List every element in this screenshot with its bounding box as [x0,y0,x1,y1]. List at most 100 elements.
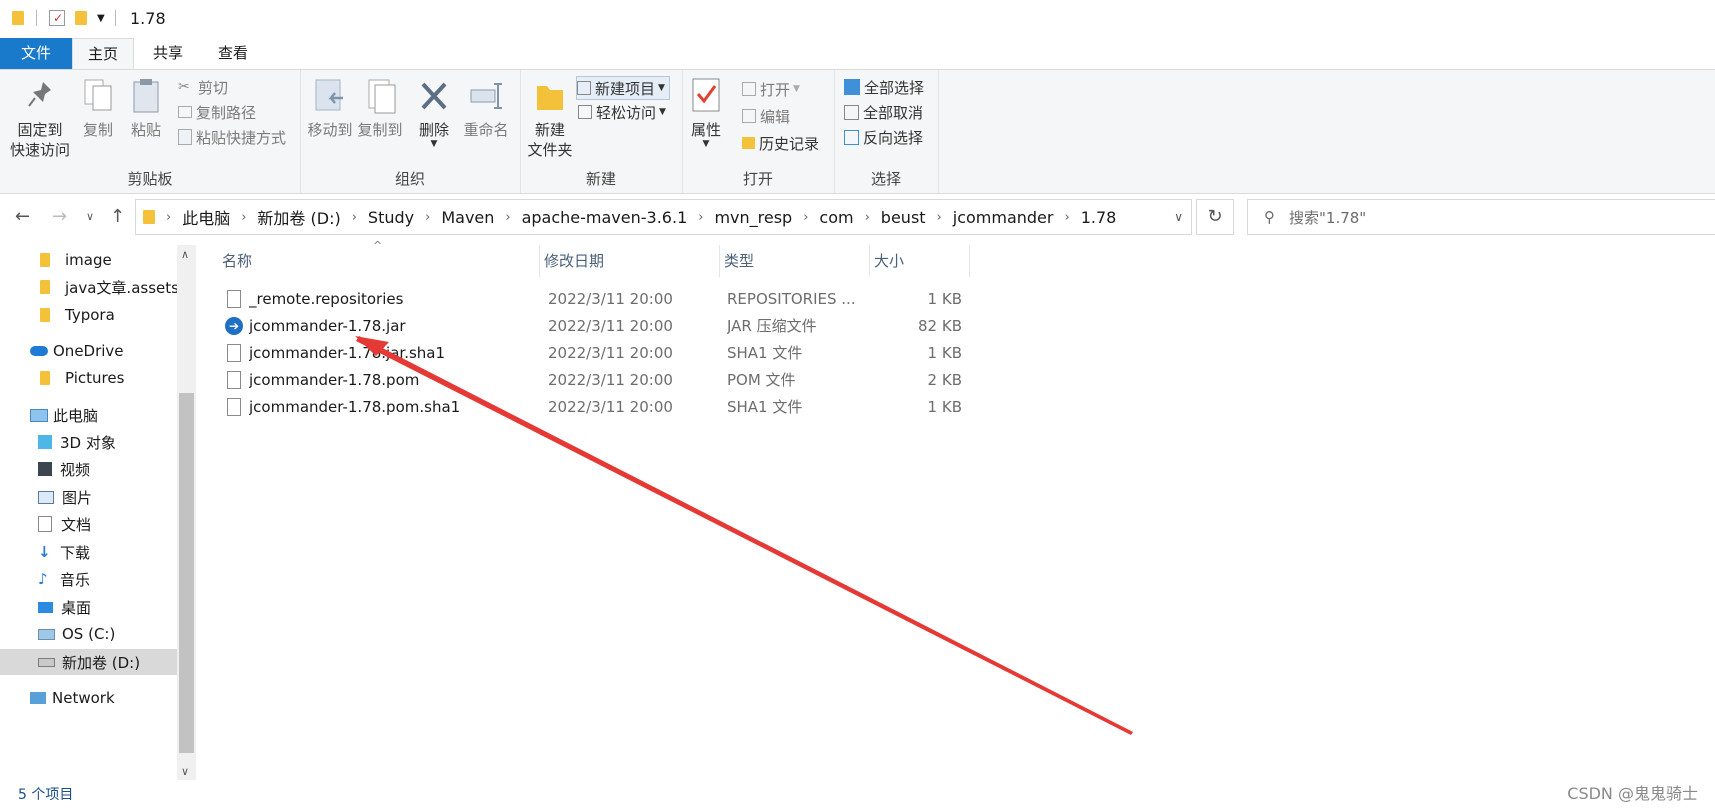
tab-file[interactable]: 文件 [0,38,72,69]
quick-access-toolbar: ✓ ▼ [12,10,116,26]
copy-to-button[interactable]: 复制到 [356,76,404,140]
nav-item-documents[interactable]: 文档 [38,511,91,537]
cut-button[interactable]: ✂ 剪切 [178,76,228,98]
nav-item-onedrive[interactable]: OneDrive [30,338,124,364]
select-all-button[interactable]: 全部选择 [844,76,924,98]
breadcrumb-maven[interactable]: Maven [441,208,494,227]
file-row[interactable]: jcommander-1.78.pom.sha1 2022/3/11 20:00… [218,394,970,420]
group-select: 全部选择 全部取消 反向选择 选择 [834,70,939,193]
open-button[interactable]: 打开 ▼ [742,78,800,100]
breadcrumb-mvn-resp[interactable]: mvn_resp [714,208,792,227]
file-row[interactable]: ➔ jcommander-1.78.jar 2022/3/11 20:00 JA… [218,313,970,339]
properties-button[interactable]: 属性 ▼ [686,76,726,149]
tab-home[interactable]: 主页 [72,38,134,69]
pin-quick-access-button[interactable]: 固定到 快速访问 [8,76,72,160]
new-item-button[interactable]: 新建项目 ▼ [576,76,670,100]
breadcrumb-this-pc[interactable]: 此电脑 [182,205,230,229]
new-folder-icon[interactable] [75,11,87,25]
nav-label: 音乐 [60,570,91,589]
nav-item-desktop[interactable]: 桌面 [38,594,91,620]
nav-item-pictures[interactable]: Pictures [40,365,124,391]
drive-icon [38,657,55,667]
new-folder-button[interactable]: 新建 文件夹 [524,76,576,160]
nav-item-typora[interactable]: Typora [40,302,115,328]
nav-item-pictures-lib[interactable]: 图片 [38,484,92,510]
nav-item-java-assets[interactable]: java文章.assets [40,274,179,300]
group-open: 属性 ▼ 打开 ▼ 编辑 历史记录 打开 [682,70,835,193]
copy-button[interactable]: 复制 [78,76,118,140]
cloud-icon [30,346,48,356]
paste-button[interactable]: 粘贴 [126,76,166,140]
folder-icon [12,11,24,25]
scrollbar-thumb[interactable] [179,393,194,753]
scissors-icon: ✂ [178,79,190,95]
open-label: 打开 [760,80,791,99]
refresh-button[interactable]: ↻ [1196,199,1234,235]
breadcrumb-current[interactable]: 1.78 [1081,208,1117,227]
watermark: CSDN @鬼鬼骑士 [1567,784,1698,803]
separator-icon: › [241,209,247,225]
column-date[interactable]: 修改日期 [540,245,720,277]
nav-item-image[interactable]: image [40,247,112,273]
file-row[interactable]: jcommander-1.78.pom 2022/3/11 20:00 POM … [218,367,970,393]
invert-selection-button[interactable]: 反向选择 [844,126,923,148]
select-none-label: 全部取消 [863,103,924,122]
nav-item-network[interactable]: Network [30,685,115,711]
search-input[interactable]: ⚲ 搜索"1.78" [1247,199,1715,235]
delete-button[interactable]: 删除 ▼ [414,76,454,149]
paste-shortcut-button[interactable]: 粘贴快捷方式 [178,126,286,148]
nav-item-videos[interactable]: 视频 [38,456,90,482]
scroll-up-icon[interactable]: ∧ [181,248,189,261]
nav-item-os-c[interactable]: OS (C:) [38,621,115,647]
nav-scrollbar[interactable]: ∧ ∨ [177,245,196,780]
breadcrumb-study[interactable]: Study [368,208,414,227]
address-dropdown-chevron-icon[interactable]: ∨ [1174,210,1183,224]
file-size: 2 KB [927,371,962,389]
tab-share[interactable]: 共享 [138,38,198,69]
separator-icon: › [936,209,942,225]
recent-chevron-icon[interactable]: ∨ [86,210,94,223]
copy-path-button[interactable]: 复制路径 [178,101,256,123]
properties-check-icon[interactable]: ✓ [49,10,65,26]
file-row[interactable]: _remote.repositories 2022/3/11 20:00 REP… [218,286,970,312]
breadcrumb-beust[interactable]: beust [881,208,926,227]
cube-icon [38,435,52,449]
nav-item-music[interactable]: ♪ 音乐 [38,566,90,592]
select-none-button[interactable]: 全部取消 [844,101,923,123]
easy-access-button[interactable]: 轻松访问 ▼ [578,101,666,123]
chevron-down-icon[interactable]: ▼ [97,13,105,24]
breadcrumb-drive-d[interactable]: 新加卷 (D:) [257,205,340,229]
scroll-down-icon[interactable]: ∨ [181,765,189,778]
breadcrumb-com[interactable]: com [819,208,853,227]
search-icon: ⚲ [1264,208,1275,226]
breadcrumb-jcommander[interactable]: jcommander [953,208,1054,227]
nav-item-drive-d[interactable]: 新加卷 (D:) [0,649,177,675]
nav-label: Pictures [65,369,125,387]
nav-item-3d-objects[interactable]: 3D 对象 [38,429,116,455]
new-group-label: 新建 [585,170,616,188]
nav-item-this-pc[interactable]: 此电脑 [30,402,98,428]
back-arrow-icon[interactable]: ← [15,206,30,227]
drive-icon [38,628,55,640]
column-type[interactable]: 类型 [720,245,870,277]
divider [114,10,116,26]
edit-button[interactable]: 编辑 [742,105,790,127]
file-row[interactable]: jcommander-1.78.jar.sha1 2022/3/11 20:00… [218,340,970,366]
file-size: 1 KB [927,344,962,362]
nav-item-downloads[interactable]: ↓ 下载 [38,539,90,565]
forward-arrow-icon[interactable]: → [52,206,67,227]
file-type: JAR 压缩文件 [727,317,817,335]
address-bar[interactable]: › 此电脑 › 新加卷 (D:) › Study › Maven › apach… [135,199,1192,235]
up-arrow-icon[interactable]: ↑ [110,206,125,227]
history-button[interactable]: 历史记录 [742,132,819,154]
column-size[interactable]: 大小 [870,245,970,277]
tab-view[interactable]: 查看 [203,38,263,69]
folder-icon [533,76,567,116]
folder-icon [40,253,50,267]
move-to-button[interactable]: 移动到 [306,76,354,140]
group-clipboard: 固定到 快速访问 复制 粘贴 ✂ 剪切 复制路径 粘贴快捷方式 剪贴板 [0,70,301,193]
rename-button[interactable]: 重命名 [458,76,514,140]
file-date: 2022/3/11 20:00 [548,290,673,308]
folder-icon [40,371,50,385]
breadcrumb-apache-maven[interactable]: apache-maven-3.6.1 [522,208,688,227]
